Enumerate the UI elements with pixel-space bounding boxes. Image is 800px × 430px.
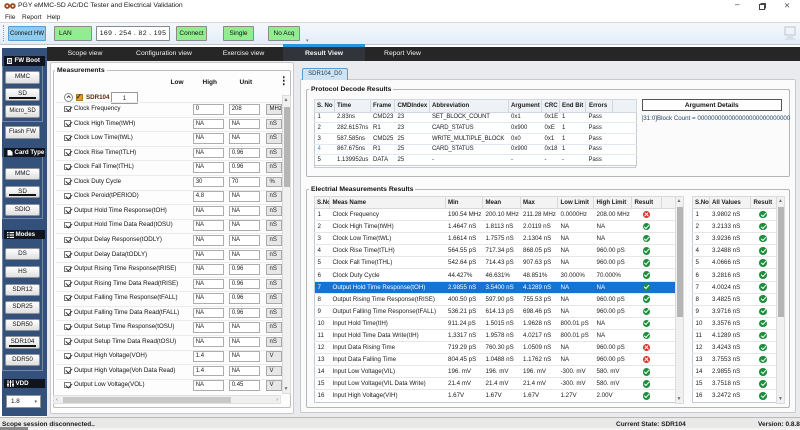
svg-text:B: B <box>8 59 12 64</box>
